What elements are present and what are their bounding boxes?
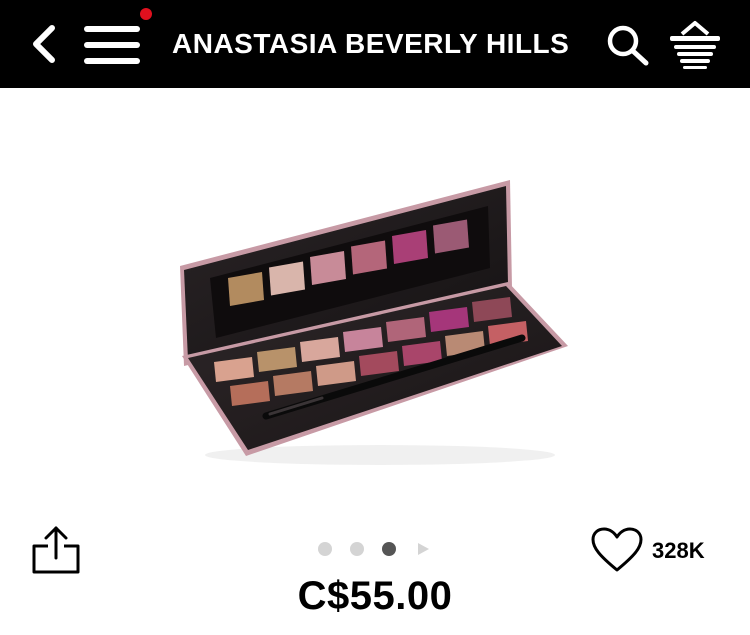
play-triangle-icon[interactable] bbox=[416, 542, 430, 556]
product-price: C$55.00 bbox=[297, 574, 453, 618]
eyeshadow-pan bbox=[269, 261, 305, 296]
carousel-dot[interactable] bbox=[318, 542, 332, 556]
carousel-dot-active[interactable] bbox=[382, 542, 396, 556]
carousel-pager bbox=[318, 542, 438, 558]
chevron-left-icon[interactable] bbox=[28, 24, 60, 64]
heart-icon[interactable] bbox=[590, 526, 644, 574]
notification-dot bbox=[140, 8, 152, 20]
hamburger-menu-icon[interactable] bbox=[84, 24, 142, 66]
carousel-dot[interactable] bbox=[350, 542, 364, 556]
search-icon[interactable] bbox=[606, 24, 650, 66]
eyeshadow-pan bbox=[228, 272, 264, 306]
eyeshadow-pan bbox=[351, 240, 387, 275]
share-icon[interactable] bbox=[30, 524, 82, 576]
brand-title[interactable]: ANASTASIA BEVERLY HILLS bbox=[172, 28, 569, 60]
basket-icon[interactable] bbox=[668, 20, 722, 70]
eyeshadow-pan bbox=[310, 251, 346, 285]
eyeshadow-pan bbox=[392, 230, 428, 264]
like-count: 328K bbox=[652, 538, 705, 563]
top-nav-bar: ANASTASIA BEVERLY HILLS bbox=[0, 0, 750, 88]
eyeshadow-palette-image[interactable] bbox=[170, 170, 580, 470]
eyeshadow-pan bbox=[433, 219, 469, 254]
